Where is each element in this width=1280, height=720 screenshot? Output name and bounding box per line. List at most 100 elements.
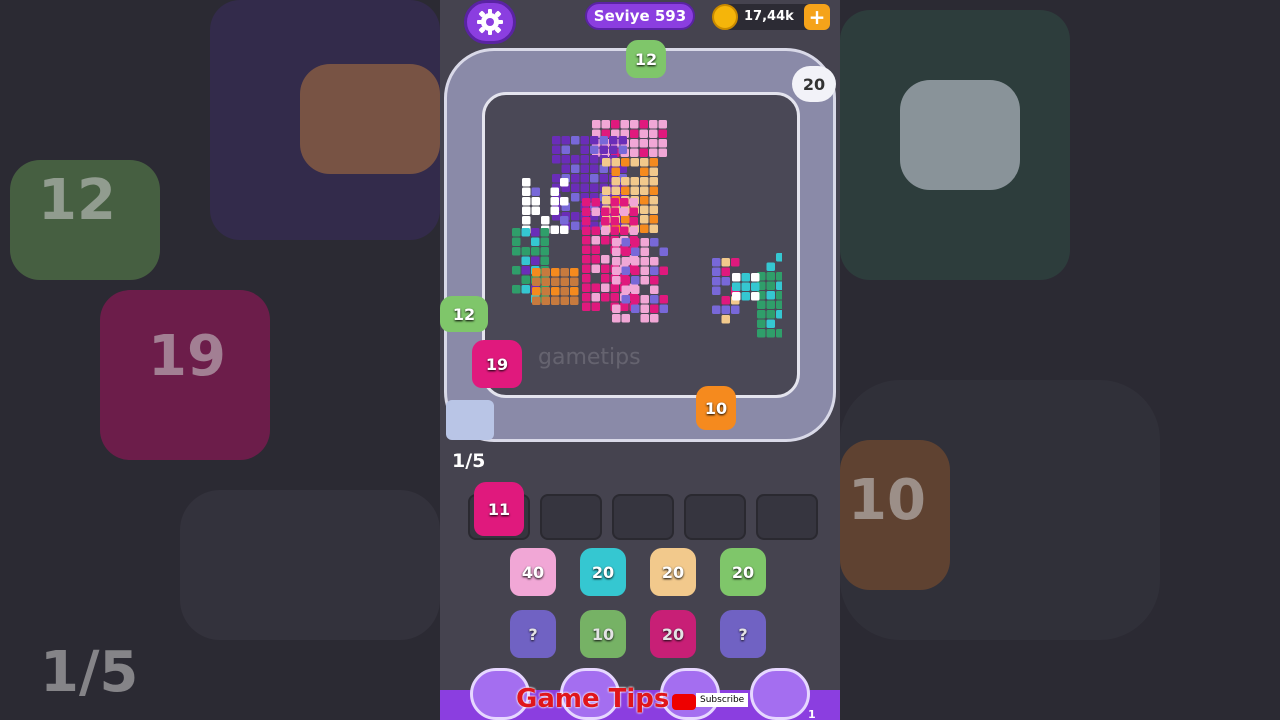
- queued-pig[interactable]: 20: [720, 548, 766, 596]
- track-pig[interactable]: 12: [440, 296, 488, 332]
- pixel-block: [540, 256, 549, 265]
- holding-slot[interactable]: [612, 494, 674, 540]
- holding-slot[interactable]: [684, 494, 746, 540]
- pixel-block: [582, 198, 591, 207]
- pixel-block: [649, 205, 658, 214]
- booster-pig[interactable]: [750, 668, 810, 720]
- pixel-block: [712, 267, 721, 276]
- pixel-block: [531, 256, 540, 265]
- pig-value: 12: [452, 304, 476, 324]
- settings-button[interactable]: [464, 0, 516, 44]
- pixel-block: [712, 277, 721, 286]
- pixel-block: [609, 136, 618, 145]
- pixel-block: [640, 238, 649, 247]
- pixel-block: [571, 136, 580, 145]
- pixel-block: [649, 148, 658, 157]
- pixel-block: [591, 236, 600, 245]
- pixel-block: [571, 212, 580, 221]
- pixel-block: [610, 226, 619, 235]
- pixel-block: [591, 293, 600, 302]
- pixel-block: [649, 196, 658, 205]
- bg-label-fraction: 1/5: [40, 640, 139, 705]
- track-pig[interactable]: 12: [626, 40, 666, 78]
- pixel-block: [766, 262, 775, 271]
- track-pig[interactable]: 19: [472, 340, 522, 388]
- queued-pig[interactable]: ?: [510, 610, 556, 658]
- pixel-block: [582, 245, 591, 254]
- pixel-block: [601, 293, 610, 302]
- pixel-block: [601, 207, 610, 216]
- pixel-block: [521, 285, 530, 294]
- bg-egg: [900, 80, 1020, 190]
- pixel-block: [552, 145, 561, 154]
- pixel-block: [650, 266, 659, 275]
- pixel-block: [602, 186, 611, 195]
- slot-pig[interactable]: 11: [474, 482, 524, 536]
- pixel-block: [521, 266, 530, 275]
- pig-value: ?: [528, 624, 538, 644]
- pixel-block: [629, 207, 638, 216]
- youtube-icon: [672, 694, 696, 710]
- pixel-block: [591, 245, 600, 254]
- queued-pig[interactable]: 20: [650, 548, 696, 596]
- queued-pig[interactable]: 20: [580, 548, 626, 596]
- pixel-block: [629, 226, 638, 235]
- pixel-block: [732, 282, 741, 291]
- pixel-block: [551, 268, 560, 277]
- holding-slot[interactable]: [540, 494, 602, 540]
- pixel-block: [631, 276, 640, 285]
- track-pig[interactable]: 20: [792, 66, 836, 102]
- pixel-block: [580, 174, 589, 183]
- pixel-block: [640, 266, 649, 275]
- pig-value: 20: [661, 624, 685, 644]
- pixel-block: [531, 228, 540, 237]
- pig-launcher: [446, 400, 494, 440]
- pixel-block: [521, 275, 530, 284]
- track-pig[interactable]: 10: [696, 386, 736, 430]
- queued-pig[interactable]: 20: [650, 610, 696, 658]
- plus-icon: +: [808, 5, 826, 29]
- pig-value: 10: [591, 624, 615, 644]
- pixel-block: [532, 268, 541, 277]
- pixel-block: [601, 283, 610, 292]
- pixel-block: [582, 255, 591, 264]
- pixel-block: [649, 139, 658, 148]
- pixel-block: [560, 277, 569, 286]
- pixel-block: [659, 247, 668, 256]
- add-coins-button[interactable]: +: [804, 4, 830, 30]
- pixel-block: [766, 319, 775, 328]
- pixel-block: [658, 120, 667, 129]
- pixel-block: [630, 158, 639, 167]
- pixel-block: [552, 155, 561, 164]
- pig-value: 40: [521, 562, 545, 582]
- pixel-block: [721, 258, 730, 267]
- pixel-block: [550, 206, 559, 215]
- pixel-block: [640, 177, 649, 186]
- pixel-block: [731, 258, 740, 267]
- pixel-block: [521, 256, 530, 265]
- pixel-block: [571, 183, 580, 192]
- queued-pig[interactable]: 10: [580, 610, 626, 658]
- pixel-block: [512, 285, 521, 294]
- pig-value: 11: [487, 499, 511, 519]
- pixel-block: [550, 225, 559, 234]
- pixel-block: [612, 266, 621, 275]
- queued-pig[interactable]: ?: [720, 610, 766, 658]
- queued-pig[interactable]: 40: [510, 548, 556, 596]
- pixel-block: [532, 277, 541, 286]
- pixel-art-puzzle: [512, 120, 782, 338]
- pixel-block: [766, 329, 775, 338]
- subscribe-button[interactable]: Subscribe: [696, 693, 749, 707]
- pixel-block: [731, 305, 740, 314]
- pixel-block: [601, 217, 610, 226]
- pixel-block: [612, 276, 621, 285]
- pixel-block: [658, 129, 667, 138]
- pixel-block: [571, 155, 580, 164]
- holding-slot[interactable]: [756, 494, 818, 540]
- gear-icon: [477, 9, 503, 35]
- pixel-block: [649, 215, 658, 224]
- pixel-block: [540, 237, 549, 246]
- pixel-block: [582, 226, 591, 235]
- pixel-block: [560, 268, 569, 277]
- pixel-block: [630, 186, 639, 195]
